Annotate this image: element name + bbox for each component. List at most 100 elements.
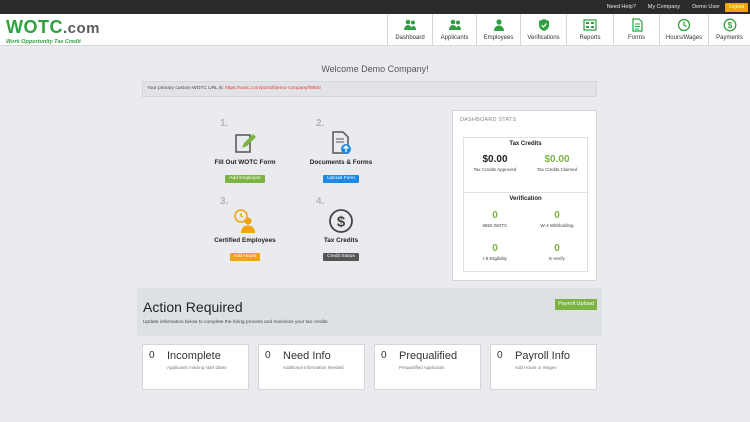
card-title: Incomplete (167, 350, 221, 362)
verification-everify: 0 E-Verify (526, 243, 588, 261)
svg-text:$: $ (337, 214, 346, 231)
logo-suffix: .com (62, 20, 100, 37)
card-prequalified[interactable]: 0 Prequalified Prequalified Applicants (374, 344, 481, 390)
document-icon (630, 18, 644, 32)
custom-url-prefix: Your primary custom WOTC URL is: (147, 86, 224, 91)
action-required-banner: Action Required Update information below… (137, 288, 602, 336)
upload-form-button[interactable]: Upload Form (323, 175, 359, 183)
card-subtitle: Applicants missing start dates (167, 365, 227, 370)
clock-icon (677, 18, 691, 32)
card-count: 0 (265, 350, 271, 361)
verification-label: 8850 WOTC (482, 223, 508, 228)
custom-url-notice: Your primary custom WOTC URL is: https:/… (142, 81, 597, 97)
step-fill-out-form: 1. Fill Out WOTC Form Add Employee (200, 118, 290, 184)
welcome-heading: Welcome Demo Company! (321, 64, 429, 74)
verification-value: 0 (554, 243, 560, 254)
need-help-link[interactable]: Need Help? (607, 4, 636, 10)
card-subtitle: Additional Information Needed (283, 365, 344, 370)
nav-employees[interactable]: Employees (476, 14, 520, 46)
logout-button[interactable]: Logout (724, 3, 748, 12)
reports-icon (583, 18, 597, 32)
dollar-icon: $ (723, 18, 737, 32)
action-required-subtitle: Update information below to complete the… (143, 320, 329, 325)
payroll-upload-button[interactable]: Payroll Upload (555, 299, 597, 310)
nav-hours-wages[interactable]: Hours/Wages (659, 14, 708, 46)
custom-url-link[interactable]: https://wotc.com/portal/demo-company/f88… (225, 86, 321, 91)
wotc-logo[interactable]: WOTC.com Work Opportunity Tax Credit (6, 18, 100, 45)
verification-value: 0 (554, 210, 560, 221)
nav-label: Verifications (527, 35, 560, 41)
card-incomplete[interactable]: 0 Incomplete Applicants missing start da… (142, 344, 249, 390)
my-company-link[interactable]: My Company (648, 4, 680, 10)
main-nav: Dashboard Applicants Employees Verificat… (387, 14, 750, 46)
edit-form-icon (232, 130, 258, 156)
nav-label: Forms (628, 35, 645, 41)
person-icon (492, 18, 506, 32)
nav-forms[interactable]: Forms (613, 14, 659, 46)
step-title: Fill Out WOTC Form (214, 159, 276, 166)
step-title: Tax Credits (323, 237, 359, 244)
document-upload-icon (328, 130, 354, 156)
approved-label: Tax Credits Approved (473, 167, 517, 172)
tax-credits-title: Tax Credits (509, 141, 542, 147)
step-number: 3. (220, 196, 229, 207)
nav-label: Payments (716, 35, 743, 41)
tax-credits-box: Tax Credits $0.00 Tax Credits Approved $… (463, 137, 588, 193)
card-count: 0 (381, 350, 387, 361)
tax-credits-claimed: $0.00 Tax Credits Claimed (526, 154, 588, 172)
step-number: 2. (316, 118, 325, 129)
step-title: Certified Employees (214, 237, 276, 244)
nav-dashboard[interactable]: Dashboard (387, 14, 432, 46)
claimed-label: Tax Credits Claimed (536, 167, 578, 172)
card-title: Need Info (283, 350, 331, 362)
people-icon (403, 18, 417, 32)
user-name-link[interactable]: Demo User (692, 4, 720, 10)
verification-label: I-9 Eligibility (482, 256, 507, 261)
dashboard-stats-title: DASHBOARD STATS (460, 117, 517, 123)
logo-name: WOTC (6, 17, 63, 37)
nav-label: Reports (579, 35, 601, 41)
card-title: Payroll Info (515, 350, 571, 362)
nav-label: Applicants (440, 35, 469, 41)
card-title: Prequalified (399, 350, 458, 362)
add-hours-button[interactable]: Add Hours (229, 253, 261, 261)
nav-label: Hours/Wages (665, 35, 703, 41)
card-subtitle: Add Hours or Wages (515, 365, 557, 370)
card-need-info[interactable]: 0 Need Info Additional Information Neede… (258, 344, 365, 390)
step-documents-forms: 2. Documents & Forms Upload Form (296, 118, 386, 184)
tax-credits-approved: $0.00 Tax Credits Approved (464, 154, 526, 172)
nav-reports[interactable]: Reports (566, 14, 613, 46)
step-title: Documents & Forms (309, 159, 373, 166)
verification-label: E-Verify (549, 256, 565, 261)
verification-i9: 0 I-9 Eligibility (464, 243, 526, 261)
action-required-title: Action Required (143, 299, 243, 315)
nav-applicants[interactable]: Applicants (432, 14, 476, 46)
certified-employee-icon (232, 208, 258, 234)
card-subtitle: Prequalified Applicants (399, 365, 445, 370)
step-certified-employees: 3. Certified Employees Add Hours (200, 196, 290, 262)
verification-label: W-4 Withholding (540, 223, 574, 228)
step-tax-credits: 4. $ Tax Credits Credit Status (296, 196, 386, 262)
step-number: 1. (220, 118, 229, 129)
logo-tagline: Work Opportunity Tax Credit (6, 39, 81, 45)
verification-value: 0 (492, 243, 498, 254)
card-payroll-info[interactable]: 0 Payroll Info Add Hours or Wages (490, 344, 597, 390)
verification-w4: 0 W-4 Withholding (526, 210, 588, 228)
dollar-icon: $ (328, 208, 354, 234)
add-employee-button[interactable]: Add Employee (225, 175, 265, 183)
verification-value: 0 (492, 210, 498, 221)
card-count: 0 (149, 350, 155, 361)
nav-label: Dashboard (395, 35, 425, 41)
card-count: 0 (497, 350, 503, 361)
verification-title: Verification (509, 196, 542, 202)
verification-box: Verification 0 8850 WOTC 0 W-4 Withholdi… (463, 192, 588, 272)
credit-status-button[interactable]: Credit Status (323, 253, 359, 261)
nav-payments[interactable]: $ Payments (708, 14, 750, 46)
main-header: WOTC.com Work Opportunity Tax Credit Das… (0, 14, 750, 46)
verification-8850: 0 8850 WOTC (464, 210, 526, 228)
claimed-value: $0.00 (544, 154, 570, 165)
nav-verifications[interactable]: Verifications (520, 14, 566, 46)
svg-text:$: $ (727, 21, 732, 30)
step-number: 4. (316, 196, 325, 207)
top-utility-bar: Need Help? My Company Demo User Logout (0, 0, 750, 14)
